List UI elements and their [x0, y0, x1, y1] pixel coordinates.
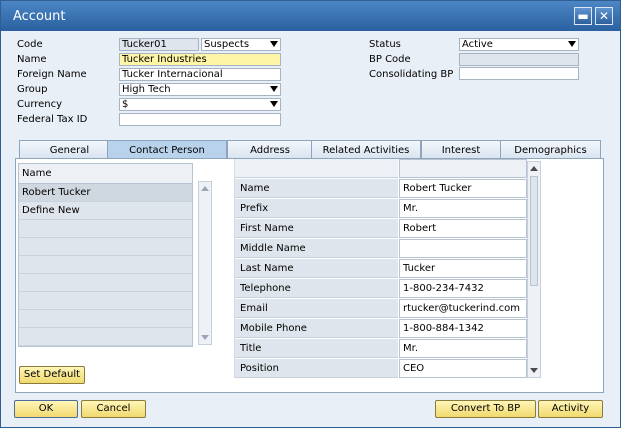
detail-row-email: Email rtucker@tuckerind.com	[235, 299, 527, 319]
tab-general[interactable]: General	[19, 140, 120, 159]
list-item[interactable]: Robert Tucker	[19, 184, 192, 202]
detail-row-name: Name Robert Tucker	[235, 179, 527, 199]
group-select[interactable]: High Tech	[119, 83, 281, 96]
federal-tax-id-field[interactable]	[119, 113, 281, 126]
title-bar: Account ▬ ✕	[1, 1, 620, 31]
list-item[interactable]	[19, 220, 192, 238]
detail-row-title: Title Mr.	[235, 339, 527, 359]
tab-contact-person[interactable]: Contact Person	[107, 140, 227, 159]
scroll-down-icon[interactable]	[530, 368, 538, 373]
list-item[interactable]	[19, 256, 192, 274]
group-value: High Tech	[122, 84, 171, 95]
detail-key: Position	[235, 359, 398, 378]
list-item[interactable]	[19, 274, 192, 292]
detail-value-mobile-phone[interactable]: 1-800-884-1342	[399, 319, 527, 338]
detail-value-title[interactable]: Mr.	[399, 339, 527, 358]
currency-value: $	[122, 99, 129, 110]
detail-key: Email	[235, 299, 398, 318]
cancel-button[interactable]: Cancel	[81, 400, 146, 418]
ok-button[interactable]: OK	[14, 400, 78, 418]
detail-row-mobile-phone: Mobile Phone 1-800-884-1342	[235, 319, 527, 339]
chevron-down-icon	[270, 101, 278, 107]
detail-value-last-name[interactable]: Tucker	[399, 259, 527, 278]
minimize-icon: ▬	[577, 9, 589, 23]
scroll-thumb[interactable]	[530, 176, 538, 286]
detail-key: Title	[235, 339, 398, 358]
tab-demographics[interactable]: Demographics	[500, 140, 601, 159]
details-scrollbar[interactable]	[527, 161, 541, 378]
close-button[interactable]: ✕	[595, 7, 613, 25]
contact-list-scrollbar[interactable]	[198, 181, 212, 345]
tab-related-activities[interactable]: Related Activities	[311, 140, 421, 159]
bp-code-label: BP Code	[369, 54, 411, 65]
consolidating-bp-field[interactable]	[459, 67, 579, 80]
detail-row-first-name: First Name Robert	[235, 219, 527, 239]
list-item[interactable]	[19, 238, 192, 256]
convert-to-bp-button[interactable]: Convert To BP	[435, 400, 536, 418]
code-label: Code	[17, 39, 43, 50]
chevron-down-icon	[270, 86, 278, 92]
code-type-select[interactable]: Suspects	[201, 38, 281, 51]
chevron-down-icon	[568, 41, 576, 47]
bp-code-field[interactable]	[459, 53, 579, 66]
detail-value-telephone[interactable]: 1-800-234-7432	[399, 279, 527, 298]
minimize-button[interactable]: ▬	[574, 7, 592, 25]
detail-value-email[interactable]: rtucker@tuckerind.com	[399, 299, 527, 318]
name-label: Name	[17, 54, 47, 65]
list-item[interactable]	[19, 292, 192, 310]
detail-row-prefix: Prefix Mr.	[235, 199, 527, 219]
contact-list: Name Robert Tucker Define New	[18, 163, 193, 347]
scroll-up-icon[interactable]	[201, 186, 209, 191]
detail-key: Name	[235, 179, 398, 198]
group-label: Group	[17, 84, 48, 95]
status-label: Status	[369, 39, 401, 50]
federal-tax-id-label: Federal Tax ID	[17, 114, 88, 125]
tab-interest[interactable]: Interest	[421, 140, 501, 159]
scroll-down-icon[interactable]	[201, 335, 209, 340]
window-title: Account	[13, 9, 66, 24]
detail-key: Mobile Phone	[235, 319, 398, 338]
contact-details-grid: Name Robert Tucker Prefix Mr. First Name…	[234, 159, 527, 379]
grid-header-row	[235, 159, 527, 179]
code-field[interactable]: Tucker01	[119, 38, 199, 51]
account-window: Account ▬ ✕ Code Tucker01 Suspects Name …	[0, 0, 621, 428]
code-type-value: Suspects	[204, 39, 250, 50]
name-field[interactable]: Tucker Industries	[119, 53, 281, 66]
list-item[interactable]: Define New	[19, 202, 192, 220]
detail-key: Prefix	[235, 199, 398, 218]
set-default-button[interactable]: Set Default	[19, 366, 85, 384]
list-item[interactable]	[19, 310, 192, 328]
detail-key: Last Name	[235, 259, 398, 278]
detail-value-first-name[interactable]: Robert	[399, 219, 527, 238]
detail-value-prefix[interactable]: Mr.	[399, 199, 527, 218]
contact-list-header: Name	[19, 164, 192, 184]
tab-address[interactable]: Address	[227, 140, 313, 159]
list-item[interactable]	[19, 328, 192, 346]
detail-key: First Name	[235, 219, 398, 238]
detail-key: Middle Name	[235, 239, 398, 258]
detail-key: Telephone	[235, 279, 398, 298]
detail-row-telephone: Telephone 1-800-234-7432	[235, 279, 527, 299]
status-value: Active	[462, 39, 493, 50]
detail-value-middle-name[interactable]	[399, 239, 527, 258]
close-icon: ✕	[598, 9, 610, 23]
scroll-up-icon[interactable]	[530, 166, 538, 171]
detail-value-position[interactable]: CEO	[399, 359, 527, 378]
detail-row-position: Position CEO	[235, 359, 527, 379]
detail-row-middle-name: Middle Name	[235, 239, 527, 259]
activity-button[interactable]: Activity	[538, 400, 603, 418]
currency-select[interactable]: $	[119, 98, 281, 111]
currency-label: Currency	[17, 99, 63, 110]
status-select[interactable]: Active	[459, 38, 579, 51]
chevron-down-icon	[270, 41, 278, 47]
detail-value-name[interactable]: Robert Tucker	[399, 179, 527, 198]
foreign-name-field[interactable]: Tucker Internacional	[119, 68, 281, 81]
foreign-name-label: Foreign Name	[17, 69, 87, 80]
detail-row-last-name: Last Name Tucker	[235, 259, 527, 279]
consolidating-bp-label: Consolidating BP	[369, 69, 454, 80]
